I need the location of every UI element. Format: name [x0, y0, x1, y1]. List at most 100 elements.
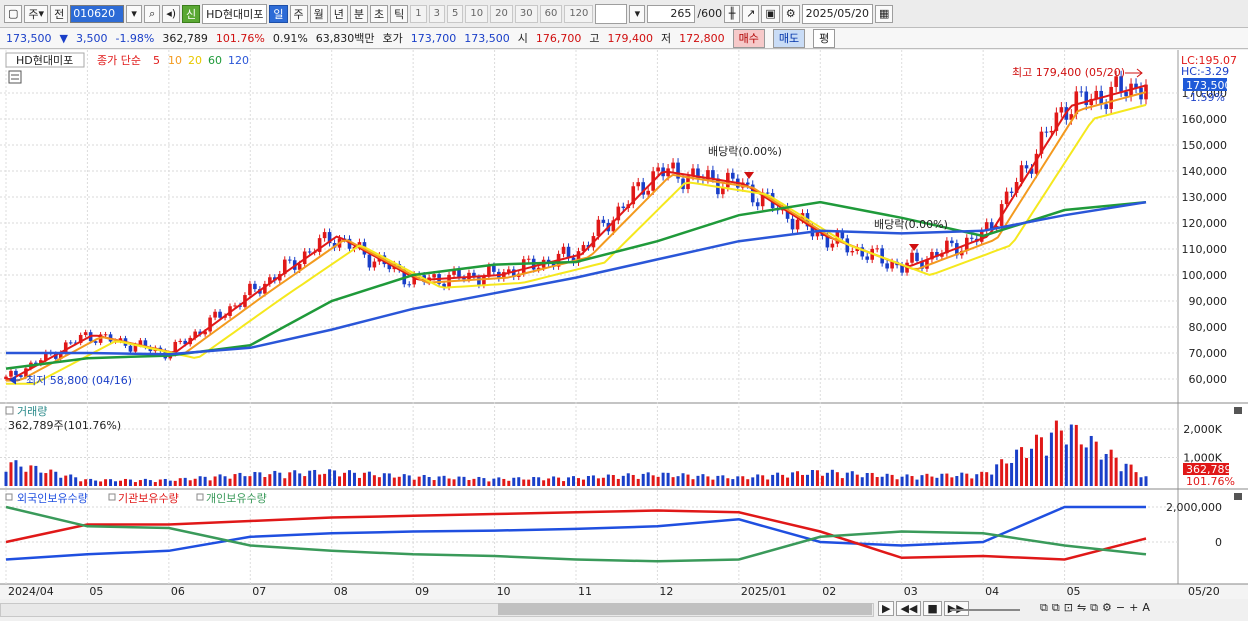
interval-5-button[interactable]: 5: [447, 4, 464, 23]
change-arrow: ▼: [59, 31, 68, 45]
credit-badge: 신: [182, 4, 201, 23]
volume-bar: [805, 474, 809, 486]
x-tick-label: 05/20: [1188, 585, 1220, 598]
volume-bar: [203, 476, 207, 486]
compare-icon[interactable]: ⇋: [1077, 601, 1086, 615]
chart-type-select[interactable]: 주 ▾: [24, 4, 49, 23]
period-tick-button[interactable]: 틱: [390, 4, 409, 23]
candle-body: [1104, 104, 1108, 109]
date-input[interactable]: 2025/05/20: [801, 3, 874, 24]
buy-button[interactable]: 매수: [732, 28, 765, 48]
volume-bar: [492, 478, 496, 486]
candle-style-icon[interactable]: ╫: [724, 4, 741, 23]
stop-icon[interactable]: ■: [923, 601, 942, 616]
font-icon[interactable]: A: [1142, 601, 1150, 615]
dividend-annotation-2: 배당락(0.00%): [874, 218, 948, 231]
candle-body: [850, 250, 855, 253]
interval-1-button[interactable]: 1: [410, 4, 427, 23]
volume-panel-icon[interactable]: [5, 406, 14, 415]
legend-individual: 개인보유수량: [206, 492, 267, 505]
volume-bar: [447, 478, 451, 486]
save-icon[interactable]: ▣: [761, 4, 780, 23]
period-day-button[interactable]: 일: [269, 4, 288, 23]
period-year-button[interactable]: 년: [329, 4, 348, 23]
volume-bar: [746, 479, 750, 486]
stock-code-input[interactable]: [70, 4, 125, 23]
gear-icon[interactable]: ⚙: [781, 4, 800, 23]
period-minute-button[interactable]: 분: [349, 4, 368, 23]
interval-60-button[interactable]: 60: [539, 4, 563, 23]
count-input[interactable]: 265: [647, 4, 696, 23]
interval-20-button[interactable]: 20: [490, 4, 513, 23]
layers-icon[interactable]: ⧉: [1090, 601, 1098, 615]
interval-3-button[interactable]: 3: [428, 4, 445, 23]
volume-bar: [19, 466, 23, 486]
volume-bar: [437, 476, 441, 486]
rewind-icon[interactable]: ◀◀: [896, 601, 922, 616]
volume-bar: [586, 476, 590, 486]
volume-bar: [1119, 471, 1123, 486]
volume-bar: [218, 474, 222, 486]
interval-10-button[interactable]: 10: [465, 4, 489, 23]
code-dropdown-icon[interactable]: ▾: [126, 4, 143, 23]
zoom-out-icon[interactable]: −: [1116, 601, 1125, 615]
x-axis-area: [0, 584, 1248, 599]
volume-bar: [44, 473, 48, 486]
settings-icon[interactable]: ⚙: [1102, 601, 1112, 615]
volume-bar: [118, 480, 122, 486]
speaker-icon[interactable]: ◂): [162, 4, 181, 23]
interval-custom-input[interactable]: [595, 3, 628, 24]
volume-bar: [1074, 424, 1078, 486]
period-second-button[interactable]: 초: [370, 4, 389, 23]
candle-body: [711, 170, 715, 179]
period-tick-label: 틱: [394, 7, 405, 21]
period-month-button[interactable]: 월: [309, 4, 328, 23]
volume-bar: [123, 478, 127, 486]
volume-bar: [855, 474, 859, 486]
holding-panel-icon[interactable]: [5, 493, 13, 501]
sell-button[interactable]: 매도: [772, 28, 806, 48]
copy-icon[interactable]: ⧉: [1052, 601, 1060, 615]
volume-bar: [527, 479, 531, 486]
count-value: 265: [670, 7, 692, 20]
ma-legend-5: 5: [153, 54, 160, 67]
calendar-icon[interactable]: ▦: [875, 4, 894, 23]
candle-body: [969, 237, 974, 239]
interval-30-button[interactable]: 30: [514, 4, 538, 23]
volume-bar: [288, 472, 292, 486]
period-week-button[interactable]: 주: [289, 4, 308, 23]
stock-chart[interactable]: 60,000 70,000 80,000 90,000 100,000 110,000 12…: [0, 50, 1248, 599]
candle-body: [407, 284, 412, 286]
volume-bar: [238, 472, 242, 486]
volume-bar: [1129, 464, 1133, 486]
candle-body: [1019, 165, 1024, 182]
window-icon[interactable]: ▢: [4, 4, 23, 23]
holding-panel-close-icon[interactable]: [1234, 493, 1242, 500]
split-icon[interactable]: ⊡: [1064, 601, 1073, 615]
volume-bar: [442, 475, 446, 486]
interval-dropdown-icon[interactable]: ▾: [629, 4, 646, 23]
interval-120-button[interactable]: 120: [564, 4, 594, 23]
candle-body: [566, 246, 571, 258]
volume-bar: [860, 477, 864, 486]
volume-panel-close-icon[interactable]: [1234, 407, 1242, 414]
zoom-slider[interactable]: [950, 609, 1020, 611]
zoom-in-icon[interactable]: +: [1129, 601, 1138, 615]
volume-bar: [796, 471, 800, 486]
volume-bar: [467, 480, 471, 486]
layout-icon[interactable]: ⧉: [1040, 601, 1048, 615]
prev-button[interactable]: 전: [50, 4, 69, 23]
volume-bar: [128, 479, 132, 486]
eval-button[interactable]: 평: [813, 28, 836, 48]
scrollbar-thumb[interactable]: [498, 603, 872, 615]
table-toggle-icon[interactable]: [8, 70, 22, 84]
holding-y-tick: 2,000,000: [1166, 501, 1222, 514]
volume-bar: [298, 473, 302, 486]
volume-bar: [915, 479, 919, 486]
search-icon[interactable]: ⌕: [144, 4, 161, 23]
candle-body: [218, 311, 222, 318]
scroll-right-icon[interactable]: ▶: [878, 601, 895, 616]
draw-tool-icon[interactable]: ↗: [742, 4, 760, 23]
open-label: 시: [517, 32, 528, 45]
volume-bar: [497, 477, 501, 486]
